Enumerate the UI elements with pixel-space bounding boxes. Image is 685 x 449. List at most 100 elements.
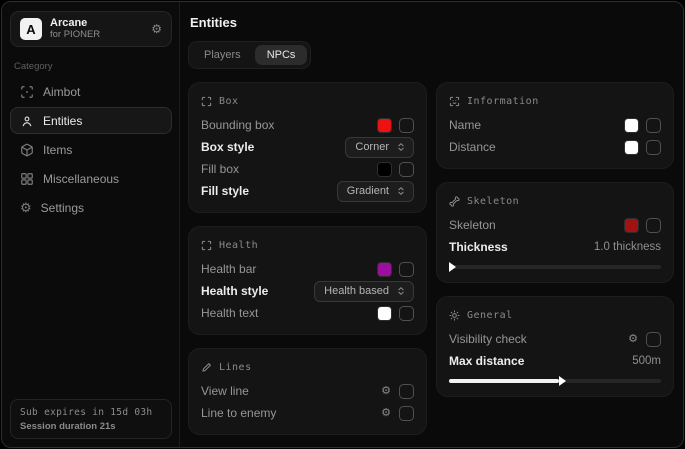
card-general-header: General [449,306,661,324]
line-to-enemy-config-gear-icon[interactable]: ⚙ [381,408,391,419]
setting-label: Fill box [201,162,378,176]
tab-players[interactable]: Players [192,45,253,65]
thickness-value: 1.0 thickness [594,241,661,253]
setting-label: Name [449,118,625,132]
main-content: Entities Players NPCs Box Bounding box [180,2,684,447]
color-swatch[interactable] [378,307,391,320]
card-information: Information Name Distance [436,82,674,169]
setting-row-max-distance: Max distance 500m [449,350,661,372]
setting-label: Distance [449,140,625,154]
color-swatch[interactable] [378,119,391,132]
sidebar-item-label: Aimbot [43,85,80,99]
bounding-box-checkbox[interactable] [399,118,414,133]
health-bar-checkbox[interactable] [399,262,414,277]
health-text-checkbox[interactable] [399,306,414,321]
sun-icon [449,310,460,321]
setting-label: Skeleton [449,218,625,232]
setting-row-health-style: Health style Health based [201,280,414,302]
line-to-enemy-checkbox[interactable] [399,406,414,421]
sidebar-item-label: Settings [41,201,84,215]
setting-label: Max distance [449,354,632,368]
color-swatch[interactable] [625,119,638,132]
bone-icon [449,196,460,207]
setting-row-thickness: Thickness 1.0 thickness [449,236,661,258]
name-checkbox[interactable] [646,118,661,133]
setting-row-distance: Distance [449,136,661,158]
card-health: Health Health bar Health style Health ba… [188,226,427,335]
visibility-check-checkbox[interactable] [646,332,661,347]
sub-expiry-text: Sub expires in 15d 03h [20,407,162,418]
setting-row-name: Name [449,114,661,136]
color-swatch[interactable] [625,219,638,232]
sidebar-item-label: Miscellaneous [43,172,119,186]
color-swatch[interactable] [378,263,391,276]
category-label: Category [14,61,172,72]
chevrons-up-down-icon [396,142,406,152]
left-column: Box Bounding box Box style Corner [188,82,427,435]
slider-fill [449,379,559,383]
setting-row-health-text: Health text [201,302,414,324]
max-distance-slider[interactable] [449,375,661,386]
box-style-dropdown[interactable]: Corner [345,137,414,158]
setting-row-fill-box: Fill box [201,158,414,180]
setting-row-line-to-enemy: Line to enemy ⚙ [201,402,414,424]
chevrons-up-down-icon [396,186,406,196]
card-title: Box [219,96,239,107]
sidebar-item-label: Items [43,143,72,157]
app-window: A Arcane for PIONER ⚙ Category Aimbot En… [1,1,684,448]
color-swatch[interactable] [625,141,638,154]
sidebar-item-aimbot[interactable]: Aimbot [10,78,172,105]
skeleton-checkbox[interactable] [646,218,661,233]
setting-row-bounding-box: Bounding box [201,114,414,136]
fill-box-checkbox[interactable] [399,162,414,177]
thickness-slider[interactable] [449,261,661,272]
page-title: Entities [190,15,674,30]
sidebar-item-items[interactable]: Items [10,136,172,163]
tab-npcs[interactable]: NPCs [255,45,308,65]
visibility-check-config-gear-icon[interactable]: ⚙ [628,334,638,345]
setting-row-visibility-check: Visibility check ⚙ [449,328,661,350]
person-scan-icon [20,114,34,128]
setting-label: Box style [201,140,345,154]
health-style-dropdown[interactable]: Health based [314,281,414,302]
card-general: General Visibility check ⚙ Max distance … [436,296,674,397]
setting-label: Fill style [201,184,337,198]
view-line-config-gear-icon[interactable]: ⚙ [381,386,391,397]
color-swatch[interactable] [378,163,391,176]
card-title: Lines [219,362,252,373]
setting-row-fill-style: Fill style Gradient [201,180,414,202]
setting-row-health-bar: Health bar [201,258,414,280]
sidebar-item-miscellaneous[interactable]: Miscellaneous [10,165,172,192]
setting-row-skeleton: Skeleton [449,214,661,236]
fill-style-dropdown[interactable]: Gradient [337,181,414,202]
crosshair-scan-icon [20,85,34,99]
distance-checkbox[interactable] [646,140,661,155]
setting-row-view-line: View line ⚙ [201,380,414,402]
dropdown-value: Corner [355,141,389,153]
setting-label: Bounding box [201,118,378,132]
app-subtitle: for PIONER [50,30,143,41]
gear-icon: ⚙ [20,201,32,214]
card-lines: Lines View line ⚙ Line to enemy ⚙ [188,348,427,435]
setting-label: Health style [201,284,314,298]
card-columns: Box Bounding box Box style Corner [188,82,674,435]
dropdown-value: Gradient [347,185,389,197]
card-title: Health [219,240,258,251]
sidebar-item-settings[interactable]: ⚙ Settings [10,194,172,221]
slider-thumb [449,262,456,272]
card-title: General [467,310,513,321]
card-lines-header: Lines [201,358,414,376]
sidebar-item-label: Entities [43,114,82,128]
sidebar-item-entities[interactable]: Entities [10,107,172,134]
card-skeleton-header: Skeleton [449,192,661,210]
settings-gear-icon[interactable]: ⚙ [151,23,162,35]
package-icon [20,143,34,157]
setting-label: Thickness [449,240,594,254]
card-skeleton: Skeleton Skeleton Thickness 1.0 thicknes… [436,182,674,283]
brand-card: A Arcane for PIONER ⚙ [10,11,172,47]
scan-brackets-icon [201,96,212,107]
setting-label: Line to enemy [201,406,381,420]
session-duration-text: Session duration 21s [20,421,162,432]
app-name: Arcane [50,17,143,30]
view-line-checkbox[interactable] [399,384,414,399]
